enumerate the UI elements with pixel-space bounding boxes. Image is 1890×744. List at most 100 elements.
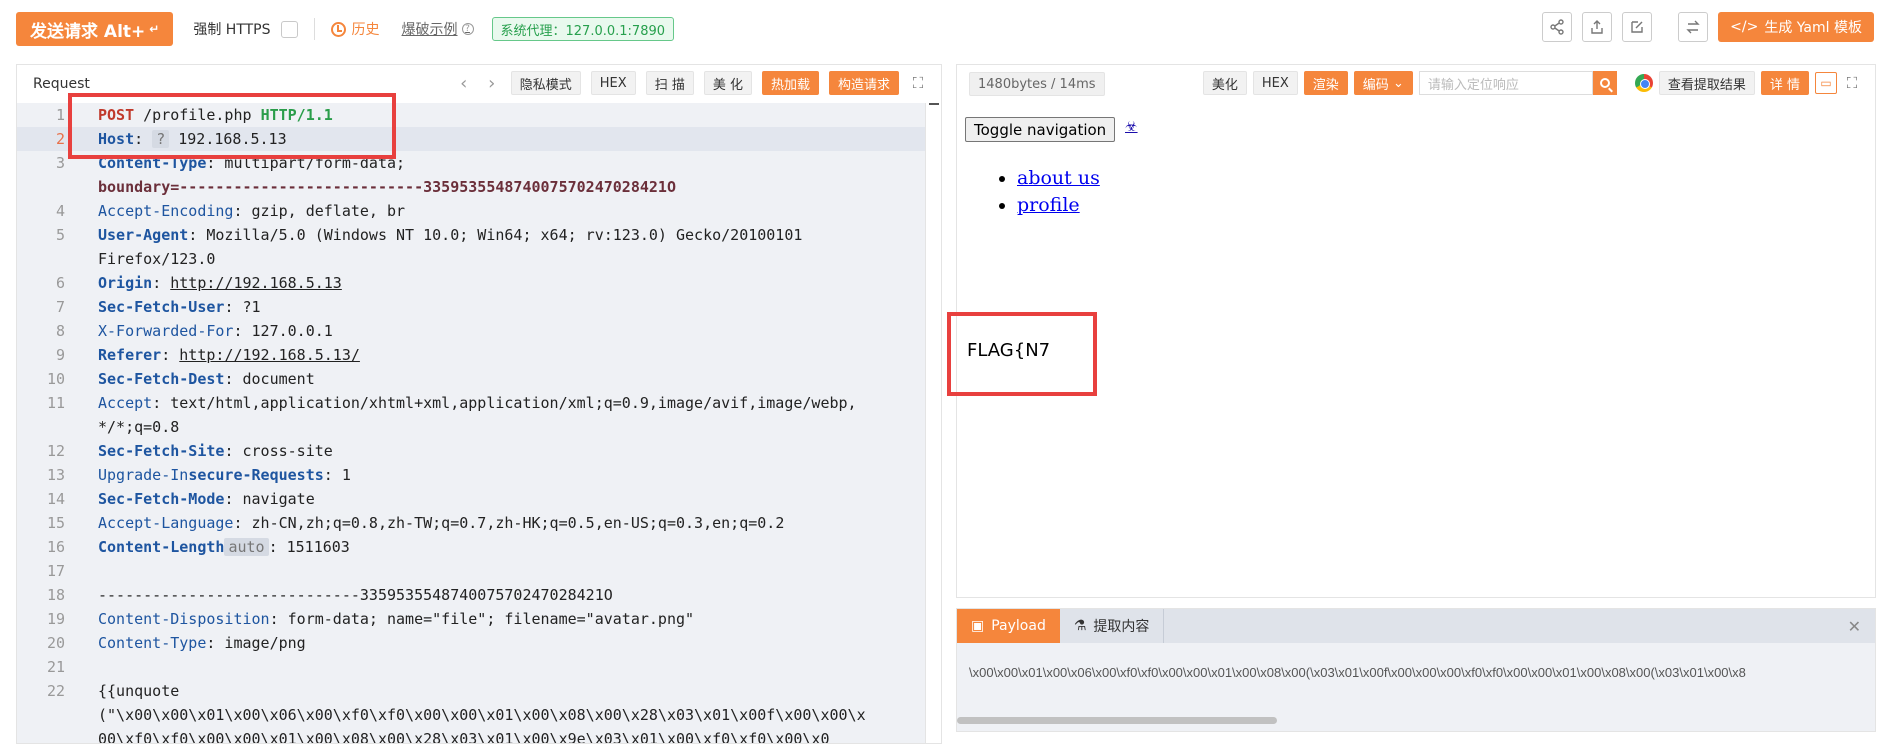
response-beautify-button[interactable]: 美化 [1202, 71, 1247, 95]
history-label: 历史 [351, 22, 380, 38]
system-proxy-label: 系统代理：127.0.0.1:7890 [500, 23, 666, 39]
editor-scrollbar[interactable] [925, 103, 941, 743]
payload-tabs: ▣ Payload ⚗ 提取内容 ✕ [957, 609, 1875, 643]
code-line: Firefox/123.0 [98, 250, 216, 268]
tab-extract-content[interactable]: ⚗ 提取内容 [1060, 609, 1164, 643]
generate-yaml-button[interactable]: </> 生成 Yaml 模板 [1718, 12, 1874, 42]
nav-list: about us profile [1017, 165, 1100, 219]
code-icon: </> [1730, 19, 1759, 35]
code-line: 4 Accept-Encoding: gzip, deflate, br [55, 202, 406, 220]
comment-icon[interactable]: ▭ [1815, 72, 1837, 94]
document-icon: ▣ [971, 618, 985, 634]
response-tools: 美化 HEX 渲染 编码 ⌄ 请输入定位响应 查看提取结果 详 情 ▭ ⛶ [1202, 71, 1861, 95]
code-line: 12 Sec-Fetch-Site: cross-site [46, 442, 333, 460]
code-line: 9 Referer: http://192.168.5.13/ [55, 346, 360, 364]
top-toolbar: 发送请求 Alt+ ↵ 强制 HTTPS 历史 爆破示例 ? 系统代理：127.… [0, 0, 1890, 58]
code-line: boundary=---------------------------3359… [98, 178, 676, 196]
request-beautify-button[interactable]: 美 化 [703, 71, 752, 95]
send-request-label: 发送请求 Alt+ [30, 21, 146, 42]
toolbar-divider [313, 18, 315, 40]
about-us-link[interactable]: about us [1017, 167, 1100, 189]
edit-button[interactable] [1622, 12, 1653, 42]
code-line: 8 X-Forwarded-For: 127.0.0.1 [55, 322, 333, 340]
encode-dropdown[interactable]: 编码 ⌄ [1353, 71, 1413, 95]
flask-icon: ⚗ [1073, 618, 1087, 634]
code-line: 17 [46, 562, 65, 580]
annotation-box-request-line [68, 93, 396, 159]
prev-arrow-icon[interactable]: ‹ [455, 73, 473, 94]
search-icon [1599, 78, 1610, 88]
force-https-checkbox[interactable] [280, 20, 298, 38]
response-size-time: 1480bytes / 14ms [969, 72, 1105, 96]
code-line: 14 Sec-Fetch-Mode: navigate [46, 490, 315, 508]
search-button[interactable] [1592, 71, 1617, 95]
code-line: 18 -----------------------------335953554… [46, 586, 613, 604]
generate-yaml-label: 生成 Yaml 模板 [1764, 20, 1862, 36]
code-line: 11 Accept: text/html,application/xhtml+xm… [46, 394, 857, 412]
code-line: 6 Origin: http://192.168.5.13 [55, 274, 342, 292]
request-title: Request [33, 76, 90, 92]
response-hex-button[interactable]: HEX [1252, 71, 1298, 95]
help-icon: ? [461, 23, 474, 35]
nav-item: profile [1017, 192, 1100, 219]
toggle-navigation-button[interactable]: Toggle navigation [965, 117, 1116, 142]
close-icon[interactable]: ✕ [1848, 617, 1861, 636]
payload-content: \x00\x00\x01\x00\x06\x00\xf0\xf0\x00\x00… [969, 665, 1746, 680]
next-arrow-icon[interactable]: › [483, 73, 501, 94]
chevron-down-icon: ⌄ [1388, 75, 1404, 91]
history-button[interactable]: 历史 [330, 19, 380, 39]
force-https-label: 强制 HTTPS [193, 22, 271, 38]
expand-icon[interactable]: ⛶ [1843, 74, 1861, 92]
request-tools: ‹ › 隐私模式 HEX 扫 描 美 化 热加载 构造请求 ⛶ [455, 71, 927, 95]
code-line: 15 Accept-Language: zh-CN,zh;q=0.8,zh-TW;… [46, 514, 785, 532]
share-icon [1550, 19, 1564, 35]
expand-icon[interactable]: ⛶ [909, 74, 927, 92]
swap-button[interactable] [1678, 12, 1709, 42]
share-button[interactable] [1542, 12, 1573, 42]
code-line: 10 Sec-Fetch-Dest: document [46, 370, 315, 388]
scan-button[interactable]: 扫 描 [645, 71, 694, 95]
payload-scrollbar[interactable] [957, 717, 1875, 725]
content-length-auto-tag[interactable]: auto [224, 538, 269, 556]
export-button[interactable] [1582, 12, 1613, 42]
render-button[interactable]: 渲染 [1303, 71, 1348, 95]
code-line: 7 Sec-Fetch-User: ?1 [55, 298, 261, 316]
swap-icon [1686, 20, 1700, 34]
hot-load-button[interactable]: 热加载 [761, 71, 819, 95]
chrome-icon[interactable] [1634, 74, 1653, 92]
clock-icon [330, 21, 346, 37]
toolbar-right-group: </> 生成 Yaml 模板 [1542, 12, 1874, 42]
code-line: 13 Upgrade-Insecure-Requests: 1 [46, 466, 351, 484]
send-request-button[interactable]: 发送请求 Alt+ ↵ [16, 12, 174, 46]
examples-label: 爆破示例 [401, 22, 458, 38]
scrollbar-thumb[interactable] [957, 717, 1277, 724]
biohazard-icon[interactable]: ☣ [1125, 119, 1138, 135]
nav-item: about us [1017, 165, 1100, 192]
edit-icon [1631, 21, 1643, 33]
privacy-mode-button[interactable]: 隐私模式 [510, 71, 581, 95]
profile-link[interactable]: profile [1017, 194, 1080, 216]
response-header: 1480bytes / 14ms 美化 HEX 渲染 编码 ⌄ 请输入定位响应 … [957, 65, 1875, 103]
export-icon [1591, 20, 1603, 34]
tab-payload[interactable]: ▣ Payload [957, 609, 1060, 643]
brute-force-examples-link[interactable]: 爆破示例 ? [402, 19, 474, 39]
detail-button[interactable]: 详 情 [1760, 71, 1809, 95]
request-editor[interactable]: 1 POST /profile.php HTTP/1.1 2 Host: ? 192… [17, 103, 925, 743]
request-hex-button[interactable]: HEX [590, 71, 636, 95]
payload-panel: ▣ Payload ⚗ 提取内容 ✕ \x00\x00\x01\x00\x06\… [956, 608, 1876, 732]
annotation-box-flag [947, 312, 1097, 396]
code-line: 5 User-Agent: Mozilla/5.0 (Windows NT 10.… [55, 226, 812, 244]
code-line: 19 Content-Disposition: form-data; name="… [46, 610, 695, 628]
view-extract-result-button[interactable]: 查看提取结果 [1658, 71, 1755, 95]
return-icon: ↵ [149, 22, 160, 36]
code-line: ("\x00\x00\x01\x00\x06\x00\xf0\xf0\x00\x… [98, 706, 866, 724]
code-line: 00\xf0\xf0\x00\x00\x01\x00\x08\x00\x28\x… [98, 730, 830, 743]
force-https-toggle[interactable]: 强制 HTTPS [193, 19, 298, 39]
code-line: */*;q=0.8 [98, 418, 180, 436]
code-line: 20 Content-Type: image/png [46, 634, 306, 652]
code-line: 22 {{unquote [46, 682, 180, 700]
locate-response-input[interactable]: 请输入定位响应 [1418, 71, 1593, 95]
system-proxy-badge[interactable]: 系统代理：127.0.0.1:7890 [491, 17, 675, 41]
construct-request-button[interactable]: 构造请求 [828, 71, 899, 95]
code-line: 21 [46, 658, 65, 676]
